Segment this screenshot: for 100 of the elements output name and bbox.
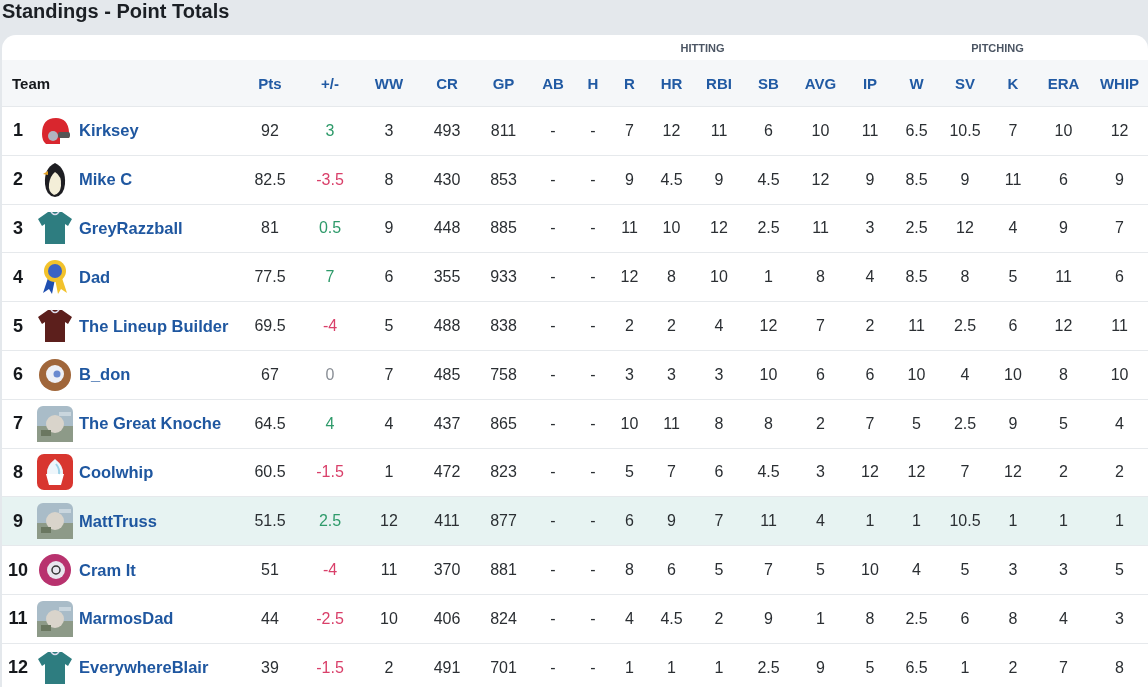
change-value: 0.5 — [318, 219, 342, 237]
stat-value: 4.5 — [660, 170, 683, 188]
stat-value: - — [590, 561, 596, 579]
stat-value: 865 — [490, 414, 517, 432]
rank-number: 4 — [13, 266, 23, 287]
stat-value: - — [550, 121, 556, 139]
stat-value: 6 — [667, 561, 676, 579]
column-header[interactable]: GP — [492, 74, 515, 92]
stat-value: - — [550, 317, 556, 335]
stat-value: 448 — [433, 219, 461, 237]
stat-value: 758 — [490, 365, 517, 383]
stat-value: 853 — [490, 170, 517, 188]
rank-number: 12 — [8, 657, 28, 678]
stat-value: - — [590, 219, 596, 237]
team-link[interactable]: MattTruss — [79, 511, 157, 530]
team-link[interactable]: Dad — [79, 267, 111, 286]
stat-value: 2 — [625, 317, 634, 335]
stat-value: 3 — [714, 365, 724, 383]
stat-value: - — [590, 463, 596, 481]
stat-value: - — [550, 609, 556, 627]
stat-value: 12 — [811, 170, 830, 188]
stat-value: 10 — [380, 609, 398, 627]
stat-value: 5 — [1008, 268, 1018, 286]
stat-value: 1 — [764, 268, 773, 286]
stat-value: - — [550, 170, 556, 188]
stat-value: 12 — [1054, 317, 1073, 335]
team-link[interactable]: The Lineup Builder — [79, 316, 229, 335]
stat-value: - — [550, 658, 556, 676]
stat-value: 877 — [490, 512, 517, 530]
stat-value: 5 — [625, 463, 634, 481]
stat-value: - — [590, 317, 596, 335]
page-title: Standings - Point Totals — [1, 0, 231, 24]
column-header[interactable]: R — [624, 74, 635, 92]
stat-value: 10.5 — [949, 512, 981, 530]
stat-value: 7 — [816, 317, 825, 335]
column-header[interactable]: K — [1007, 74, 1019, 92]
team-link[interactable]: EverywhereBlair — [79, 658, 209, 677]
team-link[interactable]: The Great Knoche — [79, 414, 222, 433]
stat-value: 11 — [710, 121, 728, 139]
group-heading: HITTING — [680, 41, 725, 54]
points-value: 92 — [261, 121, 279, 139]
team-link[interactable]: B_don — [79, 365, 131, 384]
stat-value: 11 — [1055, 268, 1072, 286]
column-header[interactable]: H — [587, 74, 599, 92]
stat-value: 5 — [384, 317, 394, 335]
stat-value: 8 — [667, 268, 676, 286]
points-value: 64.5 — [254, 414, 286, 432]
stat-value: 9 — [625, 170, 634, 188]
column-header[interactable]: +/- — [321, 74, 339, 92]
stat-value: - — [550, 268, 556, 286]
stat-value: 9 — [1008, 414, 1018, 432]
stat-value: 9 — [1059, 219, 1068, 237]
stat-value: 2.5 — [953, 414, 977, 432]
stat-value: 8 — [625, 561, 634, 579]
column-header[interactable]: AB — [542, 74, 564, 92]
stat-value: 10 — [620, 414, 639, 432]
stat-value: 7 — [714, 512, 724, 530]
column-header[interactable]: HR — [660, 74, 683, 92]
team-link[interactable]: GreyRazzball — [79, 219, 183, 237]
stat-value: 8 — [960, 268, 970, 286]
stat-value: 5 — [960, 561, 970, 579]
stat-value: 5 — [714, 561, 724, 579]
stat-value: 2 — [1008, 658, 1018, 676]
team-link[interactable]: MarmosDad — [79, 609, 174, 628]
column-header[interactable]: WW — [374, 74, 404, 92]
stat-value: 701 — [490, 658, 517, 676]
stat-value: 10 — [1054, 121, 1073, 139]
stat-value: 1 — [1008, 512, 1018, 530]
points-value: 44 — [261, 609, 279, 627]
stat-value: 472 — [433, 463, 461, 481]
team-link[interactable]: Cram It — [79, 560, 136, 579]
team-link[interactable]: Mike C — [79, 170, 133, 189]
stat-value: 4 — [625, 609, 634, 627]
column-header[interactable]: CR — [436, 74, 458, 92]
stat-value: - — [590, 609, 596, 627]
stat-value: 823 — [490, 463, 517, 481]
stat-value: 11 — [663, 414, 680, 432]
stat-value: 8 — [1115, 658, 1124, 676]
stat-value: 4 — [384, 414, 394, 432]
stat-value: 2 — [384, 658, 394, 676]
column-header[interactable]: SV — [955, 74, 975, 92]
column-header[interactable]: Pts — [258, 74, 282, 92]
stat-value: 4 — [1115, 414, 1124, 432]
column-header[interactable]: SB — [758, 74, 779, 92]
stat-value: 5 — [865, 658, 875, 676]
stat-value: 12 — [1004, 463, 1022, 481]
points-value: 69.5 — [254, 317, 286, 335]
team-link[interactable]: Coolwhip — [79, 462, 154, 481]
rank-number: 5 — [13, 315, 23, 336]
stat-value: 1 — [1115, 512, 1124, 530]
stat-value: 10 — [1004, 365, 1022, 383]
team-link[interactable]: Kirksey — [79, 121, 139, 140]
stat-value: 2.5 — [905, 219, 928, 237]
stat-value: 2 — [667, 317, 676, 335]
stat-value: 5 — [912, 414, 921, 432]
column-header[interactable]: IP — [862, 74, 878, 92]
stat-value: 3 — [865, 219, 875, 237]
billiard-ball-icon — [38, 553, 72, 588]
stat-value: 6 — [714, 463, 724, 481]
column-header[interactable]: W — [909, 74, 924, 92]
